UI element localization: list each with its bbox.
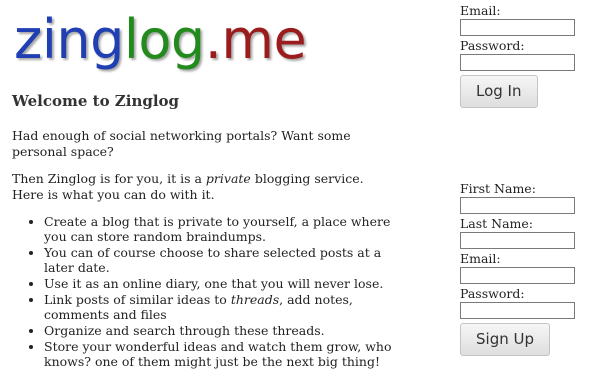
feature-list: Create a blog that is private to yoursel… (12, 214, 392, 369)
intro-paragraph: Had enough of social networking portals?… (12, 128, 351, 159)
main-content: Welcome to Zinglog Had enough of social … (12, 92, 392, 370)
feature-item: Store your wonderful ideas and watch the… (44, 339, 392, 369)
signup-email-label: Email: (460, 251, 501, 266)
logo-part-log: log (123, 8, 205, 71)
feature-item: Organize and search through these thread… (44, 323, 392, 338)
feature-item: You can of course choose to share select… (44, 245, 392, 275)
login-form: Email: Password: Log In (460, 3, 576, 108)
feature-text-start: Link posts of similar ideas to (44, 292, 231, 307)
lead-emphasis: private (205, 171, 251, 186)
logo-part-me: .me (204, 8, 307, 71)
feature-emphasis: threads (230, 292, 280, 307)
feature-item: Link posts of similar ideas to threads, … (44, 292, 392, 322)
signup-email-input[interactable] (460, 267, 575, 284)
signup-password-label: Password: (460, 286, 525, 301)
signup-password-input[interactable] (460, 302, 575, 319)
login-password-input[interactable] (460, 54, 575, 71)
login-email-label: Email: (460, 3, 501, 18)
signup-form: First Name: Last Name: Email: Password: … (460, 181, 576, 356)
first-name-label: First Name: (460, 181, 536, 196)
login-password-label: Password: (460, 38, 525, 53)
page-title: Welcome to Zinglog (12, 92, 180, 110)
lead-text-start: Then Zinglog is for you, it is a (12, 171, 206, 186)
lead-paragraph: Then Zinglog is for you, it is a private… (12, 171, 392, 203)
feature-item: Create a blog that is private to yoursel… (44, 214, 392, 244)
login-button[interactable]: Log In (460, 75, 538, 108)
last-name-label: Last Name: (460, 216, 534, 231)
first-name-input[interactable] (460, 197, 575, 214)
logo-part-zing: zing (14, 8, 124, 71)
feature-item: Use it as an online diary, one that you … (44, 276, 392, 291)
login-email-input[interactable] (460, 19, 575, 36)
site-logo[interactable]: zinglog.me (14, 8, 307, 72)
signup-button[interactable]: Sign Up (460, 323, 550, 356)
last-name-input[interactable] (460, 232, 575, 249)
